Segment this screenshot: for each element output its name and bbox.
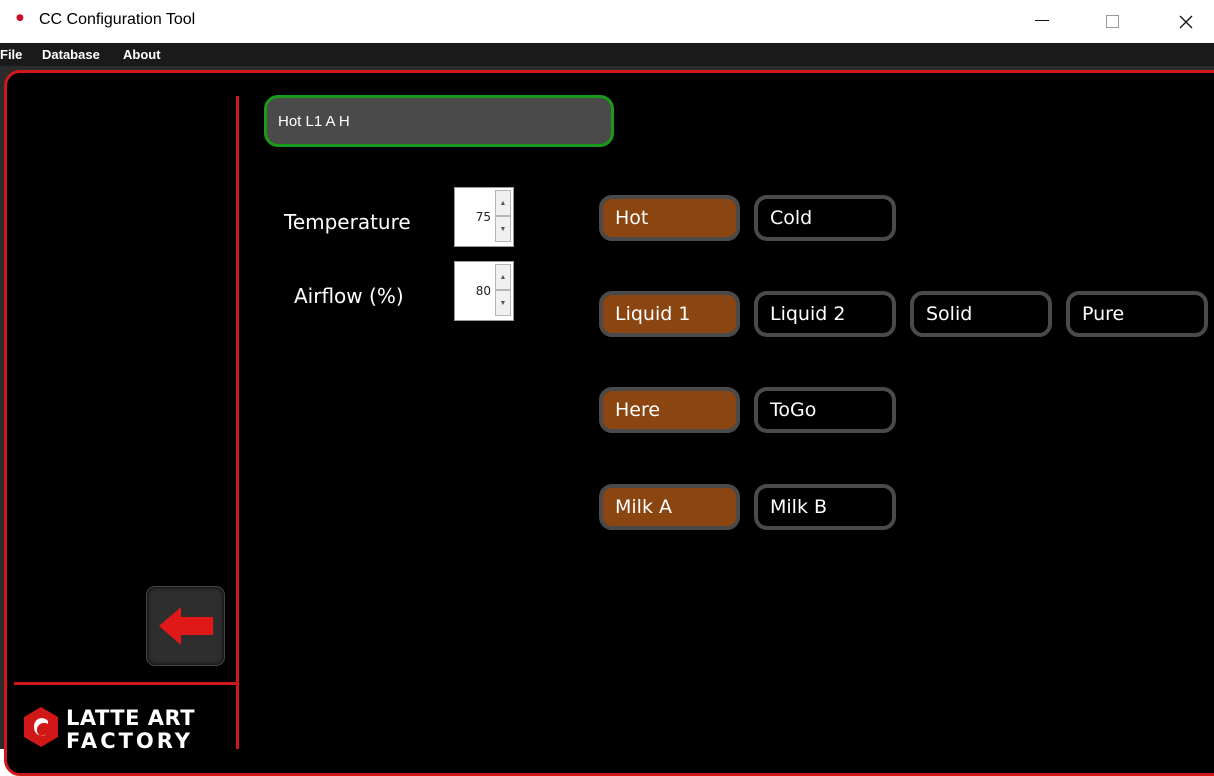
- option-liquid-2[interactable]: Liquid 2: [754, 291, 896, 337]
- temperature-value: 75: [475, 210, 491, 224]
- arrow-left-icon: [159, 607, 213, 645]
- option-solid[interactable]: Solid: [910, 291, 1052, 337]
- airflow-value: 80: [475, 284, 491, 298]
- option-milk-b[interactable]: Milk B: [754, 484, 896, 530]
- menu-bar: File Database About: [0, 43, 1214, 66]
- option-togo[interactable]: ToGo: [754, 387, 896, 433]
- spin-up-icon[interactable]: ▲: [495, 190, 511, 216]
- maximize-icon: [1105, 15, 1119, 28]
- close-icon: [1179, 15, 1193, 28]
- logo-text-line1: LATTE ART: [66, 706, 196, 730]
- airflow-spinner[interactable]: 80 ▲ ▼: [454, 261, 514, 321]
- spin-down-icon[interactable]: ▼: [495, 216, 511, 242]
- app-icon: ●: [16, 13, 24, 23]
- config-name-field[interactable]: [264, 95, 614, 147]
- menu-about[interactable]: About: [123, 47, 161, 62]
- menu-database[interactable]: Database: [42, 47, 100, 62]
- latte-art-factory-logo: LATTE ART FACTORY: [24, 700, 234, 749]
- temperature-spinner[interactable]: 75 ▲ ▼: [454, 187, 514, 247]
- option-pure[interactable]: Pure: [1066, 291, 1208, 337]
- maximize-button[interactable]: [1082, 0, 1142, 43]
- option-cold[interactable]: Cold: [754, 195, 896, 241]
- logo-mark-icon: [24, 707, 58, 747]
- option-milk-a[interactable]: Milk A: [599, 484, 740, 530]
- spin-down-icon[interactable]: ▼: [495, 290, 511, 316]
- back-button[interactable]: [146, 586, 225, 666]
- option-here[interactable]: Here: [599, 387, 740, 433]
- logo-divider: [14, 682, 238, 685]
- minimize-button[interactable]: [1012, 0, 1072, 43]
- temperature-label: Temperature: [284, 210, 411, 234]
- window-title: CC Configuration Tool: [39, 11, 196, 28]
- option-hot[interactable]: Hot: [599, 195, 740, 241]
- sidebar-divider: [236, 96, 239, 749]
- spin-up-icon[interactable]: ▲: [495, 264, 511, 290]
- menu-file[interactable]: File: [0, 47, 22, 62]
- logo-text-line2: FACTORY: [66, 729, 194, 749]
- close-button[interactable]: [1156, 0, 1214, 43]
- title-bar: ● CC Configuration Tool: [0, 0, 1214, 43]
- option-liquid-1[interactable]: Liquid 1: [599, 291, 740, 337]
- airflow-label: Airflow (%): [294, 284, 404, 308]
- minimize-icon: [1035, 20, 1049, 21]
